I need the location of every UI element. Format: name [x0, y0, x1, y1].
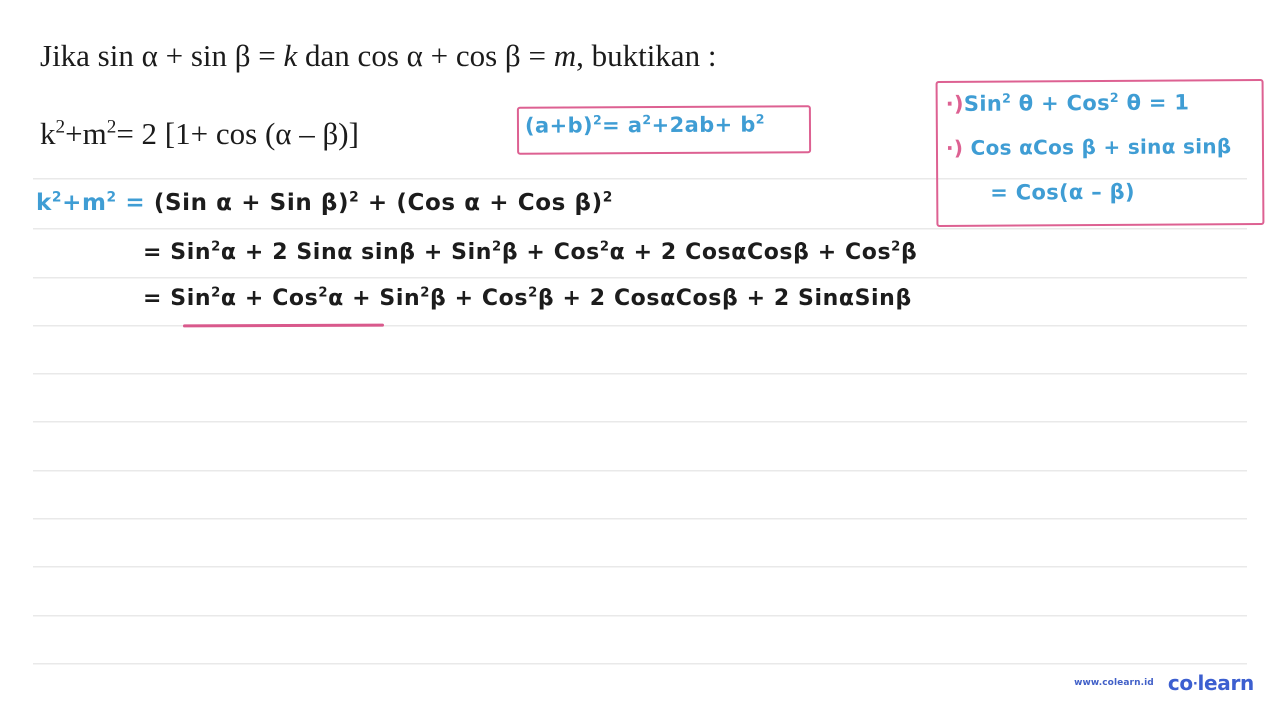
q2-m-exponent: 2: [106, 116, 117, 138]
work1-cos-group: + (Cos α + Cos β): [359, 190, 603, 216]
variable-k: k: [283, 38, 298, 73]
question-line-1: Jika sin α + sin β = k dan cos α + cos β…: [40, 36, 716, 76]
note1-a: Sin: [963, 91, 1003, 116]
watermark-url: www.colearn.id: [1074, 678, 1154, 688]
work1-plus-m: +m: [62, 190, 107, 216]
rule-line: [33, 228, 1247, 230]
work3-eq: = Sin: [143, 286, 212, 311]
work3-t3: β + Cos: [430, 286, 529, 311]
work3-exp-4: 2: [528, 285, 538, 301]
bullet-icon: ·): [945, 135, 964, 160]
rule-line: [33, 277, 1247, 279]
rule-line: [33, 421, 1247, 423]
note-row-cosine-difference: ·) Cos αCos β + sinα sinβ: [946, 134, 1232, 160]
note-row-pythagorean: ·)Sin2 θ + Cos2 θ = 1: [945, 89, 1190, 116]
work3-t2: α + Sin: [328, 286, 421, 311]
rule-line: [33, 373, 1247, 375]
work3-exp-2: 2: [318, 285, 329, 301]
variable-m: m: [553, 38, 577, 73]
q2-rest: = 2 [1+ cos (α – β)]: [116, 116, 359, 151]
rule-line: [33, 566, 1247, 568]
identity-mid: +2ab+ b: [651, 112, 756, 138]
question-text-c: , buktikan :: [576, 38, 717, 73]
identity-eq: = a: [602, 113, 643, 138]
identity-lhs: (a+b): [524, 113, 594, 138]
rule-line: [33, 615, 1247, 617]
work-line-2: = Sin2α + 2 Sinα sinβ + Sin2β + Cos2α + …: [143, 240, 917, 265]
work1-k-exponent: 2: [51, 189, 63, 206]
work3-t1: α + Cos: [220, 286, 319, 311]
identity-annotation-box: (a+b)2= a2+2ab+ b2: [516, 105, 812, 155]
work1-equals: =: [116, 190, 146, 216]
work2-t3: α + 2 CosαCosβ + Cos: [609, 240, 892, 265]
work3-t4: β + 2 CosαCosβ + 2 SinαSinβ: [537, 286, 912, 311]
identity-formula: (a+b)2= a2+2ab+ b2: [524, 111, 765, 138]
identity-a-exponent: 2: [642, 112, 652, 128]
note1-exp-b: 2: [1109, 89, 1119, 105]
work2-exp-4: 2: [891, 239, 901, 255]
bullet-icon: ·): [945, 91, 964, 116]
q2-k-exponent: 2: [55, 116, 66, 138]
work3-exp-1: 2: [211, 285, 221, 301]
work1-sin-group: (Sin α + Sin β): [145, 190, 350, 216]
work-line-1: k2+m2 = (Sin α + Sin β)2 + (Cos α + Cos …: [36, 190, 613, 216]
colearn-logo: co·learn: [1168, 671, 1254, 695]
note1-b: θ + Cos: [1011, 90, 1110, 116]
work-line-3: = Sin2α + Cos2α + Sin2β + Cos2β + 2 Cosα…: [143, 286, 912, 311]
work2-exp-1: 2: [211, 239, 221, 255]
work3-exp-3: 2: [420, 285, 431, 301]
rule-line: [33, 470, 1247, 472]
logo-co: co: [1167, 671, 1193, 695]
watermark: www.colearn.id co·learn: [1074, 671, 1254, 695]
q2-plus-m: +m: [65, 116, 107, 151]
work1-cos-exponent: 2: [602, 189, 613, 206]
question-text-b: dan cos α + cos β =: [297, 38, 554, 73]
work1-m-exponent: 2: [106, 189, 117, 206]
rule-line: [33, 663, 1247, 665]
work2-exp-3: 2: [599, 239, 610, 255]
worksheet-page: Jika sin α + sin β = k dan cos α + cos β…: [0, 0, 1280, 720]
note2-text: Cos αCos β + sinα sinβ: [963, 134, 1232, 160]
work2-exp-2: 2: [492, 239, 502, 255]
note3-text: = Cos(α – β): [990, 179, 1135, 205]
trig-notes-annotation-box: ·)Sin2 θ + Cos2 θ = 1 ·) Cos αCos β + si…: [935, 78, 1265, 228]
work2-t1: α + 2 Sinα sinβ + Sin: [220, 240, 493, 265]
note-row-cosine-result: = Cos(α – β): [990, 180, 1135, 205]
question-line-2: k2+m2= 2 [1+ cos (α – β)]: [40, 114, 359, 154]
q2-k: k: [40, 116, 56, 151]
note1-c: θ = 1: [1118, 90, 1190, 115]
work2-eq: = Sin: [143, 240, 212, 265]
logo-learn: learn: [1197, 671, 1254, 695]
work1-k: k: [36, 190, 52, 216]
identity-b-exponent: 2: [755, 111, 765, 127]
question-text-a: Jika sin α + sin β =: [40, 38, 284, 73]
work2-t4: β: [900, 240, 918, 265]
work2-t2: β + Cos: [501, 240, 600, 265]
work1-sin-exponent: 2: [349, 189, 360, 206]
rule-line: [33, 518, 1247, 520]
identity-lhs-exponent: 2: [592, 112, 603, 128]
